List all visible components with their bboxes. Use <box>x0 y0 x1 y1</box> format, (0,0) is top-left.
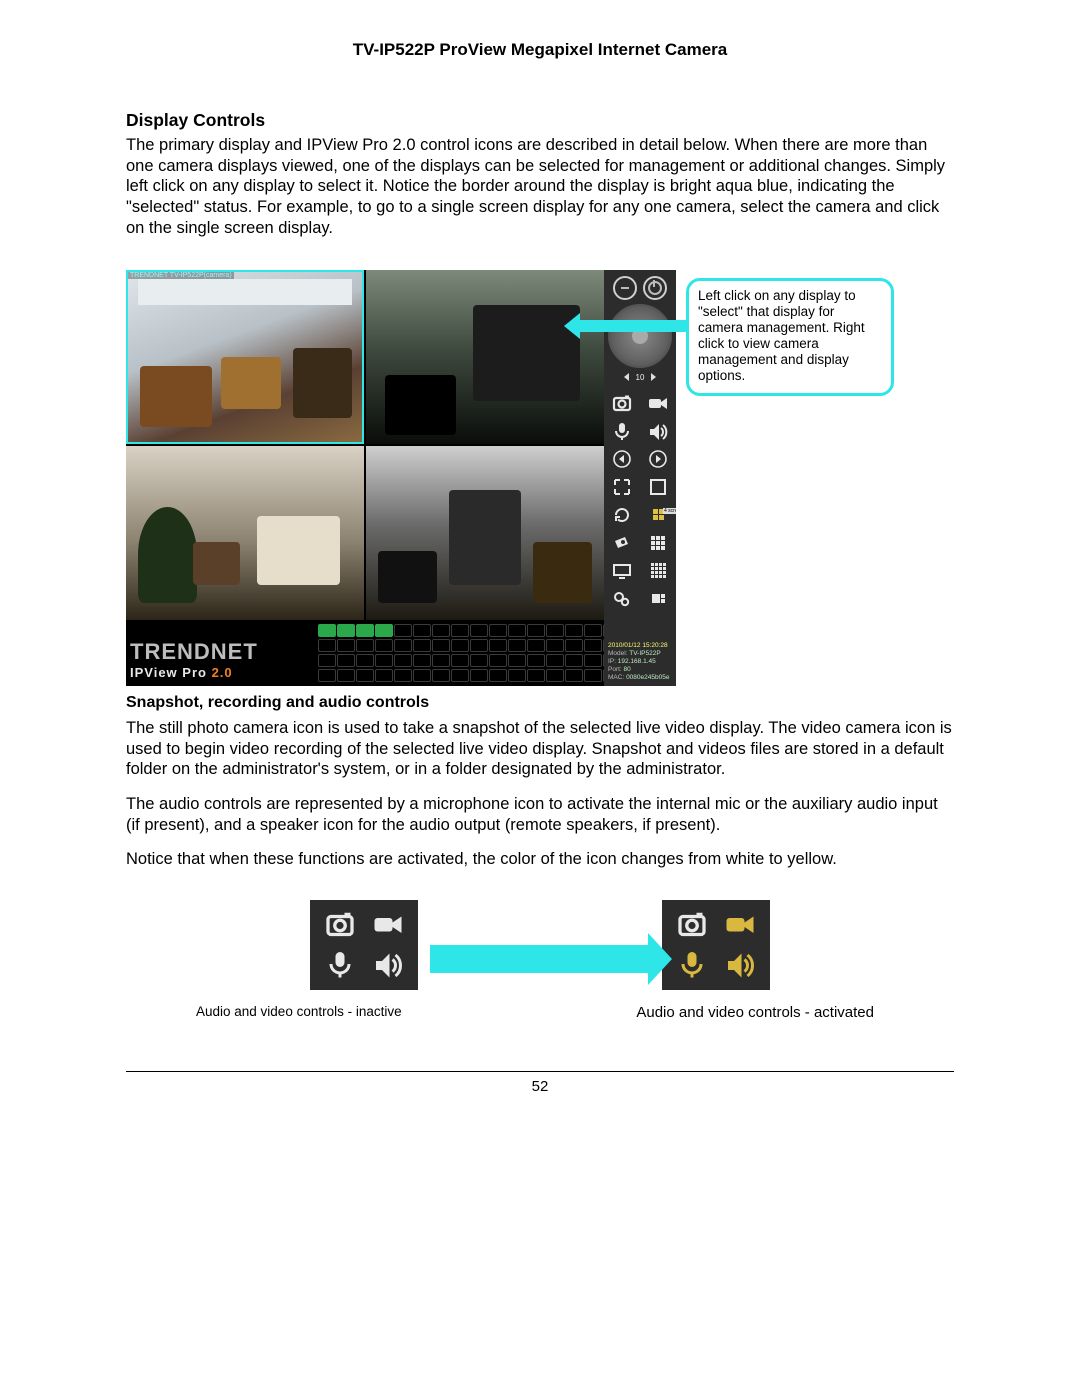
camera-grid: TRENDNET TV-IP522P(camera) <box>126 270 604 620</box>
caption-active: Audio and video controls - activated <box>636 1004 874 1021</box>
footer-rule <box>126 1071 954 1072</box>
mic-icon <box>320 946 360 982</box>
app-screenshot: TRENDNET TV-IP522P(camera) TRENDNET IPVi… <box>126 270 874 686</box>
ptz-speed-down-icon[interactable] <box>624 373 629 381</box>
speaker-icon-active <box>720 946 760 982</box>
layout-more-button[interactable] <box>645 588 671 610</box>
mic-icon-active <box>672 946 712 982</box>
monitor-button[interactable] <box>609 560 635 582</box>
callout-box: Left click on any display to "select" th… <box>686 278 894 396</box>
controls-inactive <box>310 900 418 990</box>
layout-badge: 4 screen <box>663 508 676 514</box>
paragraph-color-change: Notice that when these functions are act… <box>126 849 954 870</box>
ptz-speed-up-icon[interactable] <box>651 373 656 381</box>
fullscreen-button[interactable] <box>609 476 635 498</box>
paragraph-audio: The audio controls are represented by a … <box>126 794 954 835</box>
heading-snapshot-controls: Snapshot, recording and audio controls <box>126 694 954 712</box>
prev-camera-button[interactable] <box>609 448 635 470</box>
app-footer-bar: TRENDNET IPView Pro 2.0 <box>126 620 604 686</box>
caption-inactive: Audio and video controls - inactive <box>196 1004 402 1021</box>
camera-view-1[interactable]: TRENDNET TV-IP522P(camera) <box>126 270 364 444</box>
camera-slot-indicators <box>318 624 621 684</box>
layout-single-button[interactable] <box>645 476 671 498</box>
snapshot-icon <box>320 906 360 942</box>
power-button[interactable] <box>643 276 667 300</box>
paragraph-intro: The primary display and IPView Pro 2.0 c… <box>126 135 954 238</box>
snapshot-icon <box>672 906 712 942</box>
speaker-icon <box>368 946 408 982</box>
paragraph-snapshot: The still photo camera icon is used to t… <box>126 718 954 780</box>
transition-arrow-icon <box>430 945 650 973</box>
refresh-button[interactable] <box>609 504 635 526</box>
controls-comparison <box>126 900 954 990</box>
ptz-speed-control[interactable]: 10 <box>624 372 655 381</box>
speaker-button[interactable] <box>645 420 671 442</box>
layout-9-button[interactable] <box>645 532 671 554</box>
control-column: 10 4 screen <box>604 270 676 686</box>
doc-title: TV-IP522P ProView Megapixel Internet Cam… <box>126 40 954 60</box>
camera-info-panel: 2010/01/12 15:20:28 Model: TV-IP522P IP:… <box>604 640 676 687</box>
ptz-dial[interactable] <box>608 304 672 368</box>
record-icon-active <box>720 906 760 942</box>
camera-view-4[interactable] <box>366 446 604 620</box>
layout-4-button[interactable]: 4 screen <box>645 504 671 526</box>
camera-manage-button[interactable] <box>609 532 635 554</box>
layout-16-button[interactable] <box>645 560 671 582</box>
record-button[interactable] <box>645 392 671 414</box>
info-datetime: 2010/01/12 15:20:28 <box>608 642 672 650</box>
camera-view-2[interactable] <box>366 270 604 444</box>
camera-view-3[interactable] <box>126 446 364 620</box>
controls-active <box>662 900 770 990</box>
next-camera-button[interactable] <box>645 448 671 470</box>
mic-button[interactable] <box>609 420 635 442</box>
ptz-speed-value: 10 <box>636 373 645 382</box>
settings-button[interactable] <box>609 588 635 610</box>
record-icon <box>368 906 408 942</box>
heading-display-controls: Display Controls <box>126 110 954 131</box>
brand-logo: TRENDNET IPView Pro 2.0 <box>130 639 258 680</box>
snapshot-button[interactable] <box>609 392 635 414</box>
page-number: 52 <box>126 1078 954 1095</box>
minimize-button[interactable] <box>613 276 637 300</box>
